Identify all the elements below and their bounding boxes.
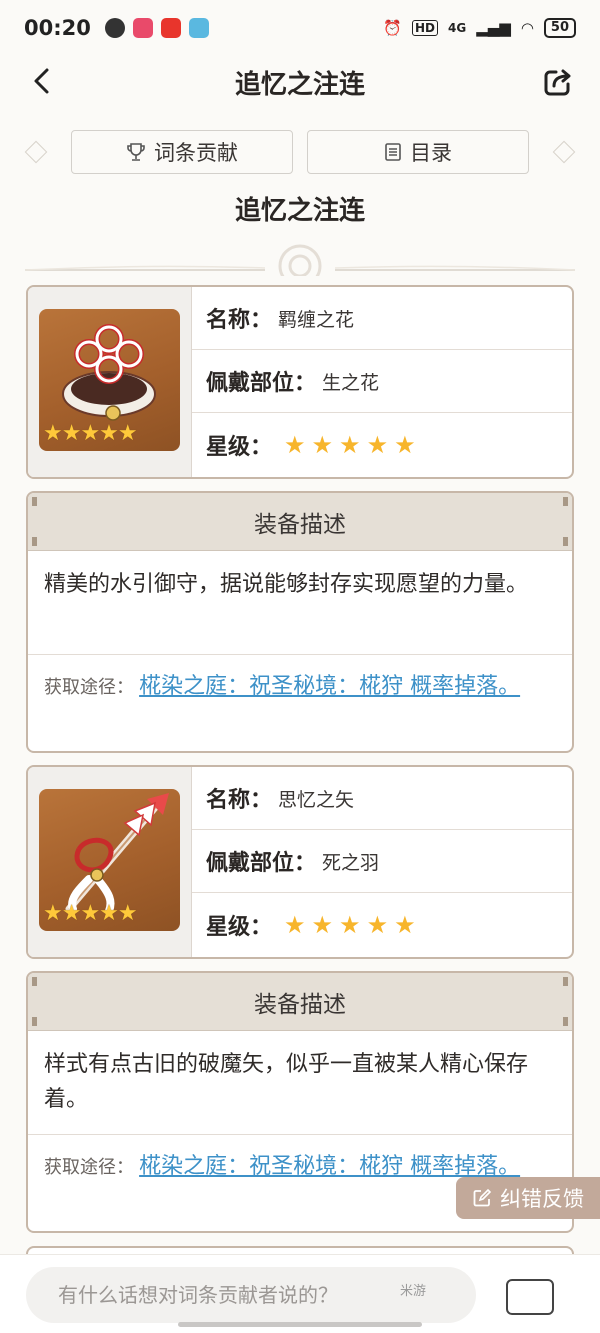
star-icon: ★ xyxy=(339,910,361,939)
source-label: 获取途径： xyxy=(44,1157,134,1178)
rarity-row: 星级： ★ ★ ★ ★ ★ xyxy=(192,893,572,956)
artifact-image-cell: ★★★★★ xyxy=(28,287,192,477)
rarity-label: 星级： xyxy=(206,914,273,940)
description-text: 样式有点古旧的破魔矢，似乎一直被某人精心保存着。 xyxy=(28,1031,572,1135)
edit-icon xyxy=(473,1188,492,1207)
star-icon: ★ xyxy=(366,430,389,459)
status-time: 00:20 xyxy=(24,16,91,40)
slot-label: 佩戴部位： xyxy=(206,371,317,396)
app-notification-icon xyxy=(188,18,209,38)
battery-indicator: 50 xyxy=(543,18,576,38)
catalog-button[interactable]: 目录 xyxy=(307,130,529,174)
description-header: 装备描述 xyxy=(28,493,572,551)
star-icon: ★ xyxy=(366,910,389,939)
rarity-stars: ★ ★ ★ ★ ★ xyxy=(278,431,416,459)
star-icon: ★ xyxy=(394,430,416,459)
source-section: 获取途径： 椛染之庭：祝圣秘境：椛狩 概率掉落。 xyxy=(28,655,572,751)
app-notification-icon xyxy=(160,18,181,38)
corner-mark xyxy=(32,977,37,986)
artifact-image-cell: ★★★★★ xyxy=(28,767,192,957)
name-label: 名称： xyxy=(206,788,273,813)
artifact-info-card: ★★★★★ 名称： 思忆之矢 佩戴部位： 死之羽 星级： ★ ★ ★ ★ ★ xyxy=(26,765,574,959)
artifact-info-card: ★★★★★ 名称： 羁缠之花 佩戴部位： 生之花 星级： ★ ★ ★ ★ ★ xyxy=(26,285,574,479)
name-label: 名称： xyxy=(206,308,273,333)
description-title: 装备描述 xyxy=(254,991,346,1018)
entry-action-row: 词条贡献 目录 xyxy=(0,130,600,174)
star-icon: ★ xyxy=(394,910,416,939)
description-header: 装备描述 xyxy=(28,973,572,1031)
description-title: 装备描述 xyxy=(254,511,346,538)
description-text: 精美的水引御守，据说能够封存实现愿望的力量。 xyxy=(28,551,572,655)
hd-icon: HD xyxy=(411,20,438,36)
back-arrow-icon[interactable] xyxy=(28,66,58,96)
feedback-label: 纠错反馈 xyxy=(500,1187,584,1211)
corner-mark xyxy=(563,497,568,506)
network-label: 4G xyxy=(448,21,467,35)
emoji-button[interactable] xyxy=(506,1279,554,1315)
artifact-image: ★★★★★ xyxy=(39,309,180,451)
thumbnail-rarity-stars: ★★★★★ xyxy=(43,901,138,926)
name-row: 名称： 羁缠之花 xyxy=(192,287,572,350)
watermark-text: 米游 xyxy=(400,1284,427,1299)
name-row: 名称： 思忆之矢 xyxy=(192,767,572,830)
star-icon: ★ xyxy=(284,430,306,459)
decorative-diamond-icon xyxy=(552,140,576,164)
decorative-diamond-icon xyxy=(24,140,48,164)
slot-row: 佩戴部位： 生之花 xyxy=(192,350,572,413)
signal-icon: ▂▄▆ xyxy=(476,19,511,37)
feedback-button[interactable]: 纠错反馈 xyxy=(456,1177,600,1219)
contribute-button[interactable]: 词条贡献 xyxy=(71,130,293,174)
rarity-label: 星级： xyxy=(206,434,273,460)
source-link[interactable]: 椛染之庭：祝圣秘境：椛狩 概率掉落。 xyxy=(139,674,520,699)
artifact-name: 羁缠之花 xyxy=(278,308,355,331)
slot-label: 佩戴部位： xyxy=(206,851,317,876)
share-icon[interactable] xyxy=(542,66,574,98)
comment-bar xyxy=(0,1254,600,1333)
ornamental-divider xyxy=(25,244,575,276)
catalog-list-icon xyxy=(385,143,401,161)
star-icon: ★ xyxy=(311,430,334,459)
corner-mark xyxy=(32,497,37,506)
alarm-icon: ⏰ xyxy=(383,19,402,37)
corner-mark xyxy=(563,1017,568,1026)
artifact-image: ★★★★★ xyxy=(39,789,180,931)
navigation-bar: 追忆之注连 xyxy=(0,56,600,108)
source-link[interactable]: 椛染之庭：祝圣秘境：椛狩 概率掉落。 xyxy=(139,1154,520,1179)
star-icon: ★ xyxy=(284,910,306,939)
rarity-row: 星级： ★ ★ ★ ★ ★ xyxy=(192,413,572,476)
app-notification-icon xyxy=(104,18,125,38)
artifact-slot: 死之羽 xyxy=(322,851,380,874)
trophy-icon xyxy=(127,143,145,161)
page-header-title: 追忆之注连 xyxy=(234,69,365,100)
corner-mark xyxy=(563,537,568,546)
status-indicators: ⏰ HD 4G ▂▄▆ ◠ 50 xyxy=(383,18,576,38)
artifact-slot: 生之花 xyxy=(322,371,380,394)
star-icon: ★ xyxy=(311,910,334,939)
app-notification-icon xyxy=(132,18,153,38)
wifi-icon: ◠ xyxy=(520,19,534,37)
source-label: 获取途径： xyxy=(44,677,134,698)
corner-mark xyxy=(32,1017,37,1026)
home-indicator xyxy=(178,1322,422,1327)
corner-mark xyxy=(563,977,568,986)
thumbnail-rarity-stars: ★★★★★ xyxy=(43,421,138,446)
catalog-label: 目录 xyxy=(410,141,452,165)
artifact-name: 思忆之矢 xyxy=(278,788,355,811)
description-card: 装备描述 精美的水引御守，据说能够封存实现愿望的力量。 获取途径： 椛染之庭：祝… xyxy=(26,491,574,753)
corner-mark xyxy=(32,537,37,546)
slot-row: 佩戴部位： 死之羽 xyxy=(192,830,572,893)
page-title: 追忆之注连 xyxy=(234,196,365,226)
star-icon: ★ xyxy=(339,430,361,459)
status-bar: 00:20 ⏰ HD 4G ▂▄▆ ◠ 50 xyxy=(0,0,600,56)
contribute-label: 词条贡献 xyxy=(154,141,238,165)
rarity-stars: ★ ★ ★ ★ ★ xyxy=(278,911,416,939)
